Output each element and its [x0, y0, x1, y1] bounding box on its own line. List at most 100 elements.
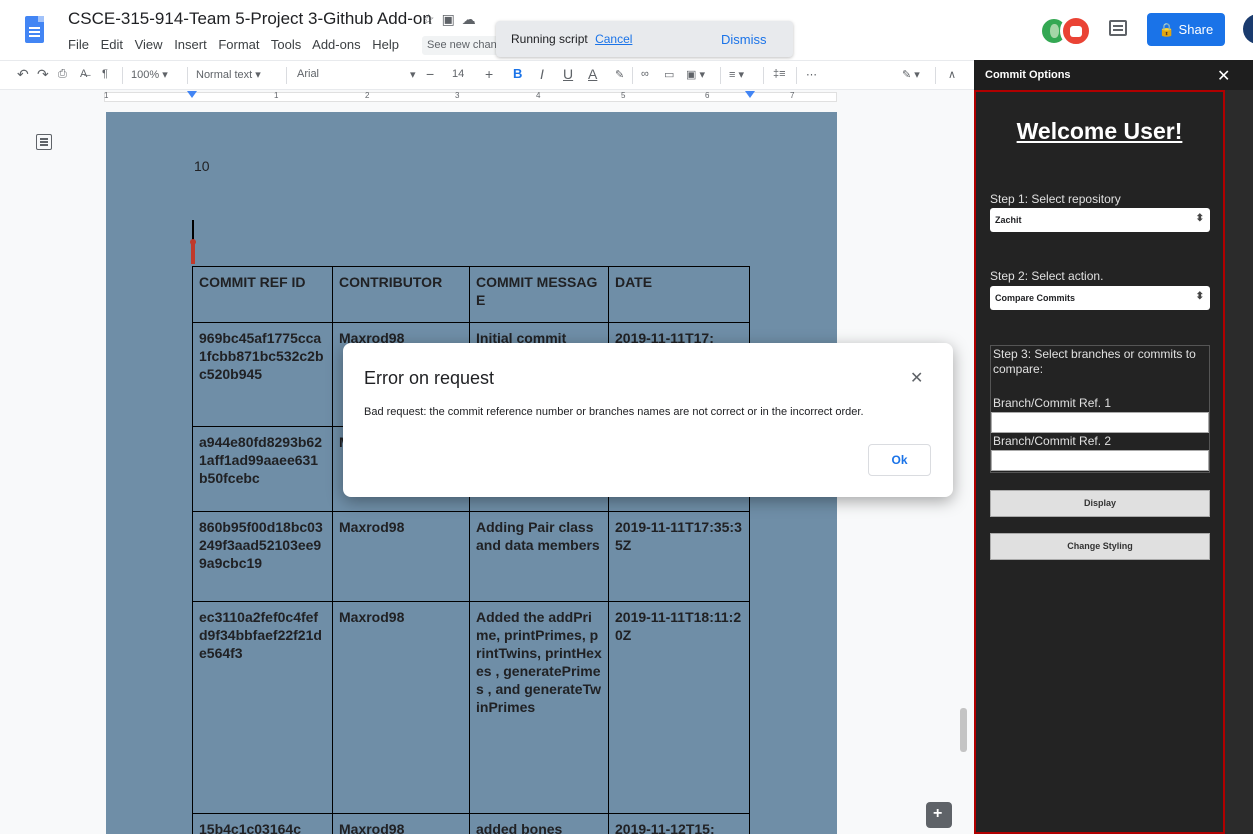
document-scrollbar[interactable]: [960, 708, 967, 752]
table-cell[interactable]: Adding Pair class and data members: [469, 511, 609, 602]
font-select[interactable]: Arial: [297, 68, 319, 80]
account-avatar[interactable]: [1243, 14, 1253, 44]
sidebar-scrollbar[interactable]: [1225, 90, 1253, 834]
table-cell[interactable]: added bones: [469, 813, 609, 834]
table-cell[interactable]: 2019-11-11T18:11:20Z: [608, 601, 750, 814]
spellcheck-icon[interactable]: A̶: [80, 68, 87, 80]
menu-help[interactable]: Help: [372, 37, 399, 52]
collaborator-avatar-red[interactable]: [1060, 15, 1092, 47]
text-color-button[interactable]: A: [588, 66, 597, 82]
toast-message: Running script Cancel: [511, 32, 632, 46]
repository-select[interactable]: Zachit ⬍: [990, 208, 1210, 232]
display-button[interactable]: Display: [990, 490, 1210, 517]
menu-file[interactable]: File: [68, 37, 89, 52]
font-size-input[interactable]: 14: [452, 68, 464, 80]
action-value: Compare Commits: [995, 293, 1076, 303]
table-cell[interactable]: a944e80fd8293b621aff1ad99aaee631b50fcebc: [192, 426, 333, 512]
menu-tools[interactable]: Tools: [271, 37, 301, 52]
menu-view[interactable]: View: [135, 37, 163, 52]
change-styling-button[interactable]: Change Styling: [990, 533, 1210, 560]
highlight-icon[interactable]: ✎: [615, 68, 624, 81]
font-select-chevron-icon[interactable]: ▾: [410, 68, 416, 81]
explore-icon[interactable]: [926, 802, 952, 828]
cloud-status-icon[interactable]: ☁: [462, 11, 483, 27]
more-options-icon[interactable]: ⋯: [806, 68, 817, 81]
sidebar-header: Commit Options ✕: [974, 60, 1253, 90]
repository-value: Zachit: [995, 215, 1022, 225]
select-arrows-icon: ⬍: [1195, 213, 1204, 224]
select-arrows-icon: ⬍: [1195, 291, 1204, 302]
move-folder-icon[interactable]: ▣: [442, 11, 462, 27]
paint-format-icon[interactable]: ¶: [102, 68, 108, 80]
table-cell[interactable]: 860b95f00d18bc03249f3aad52103ee99a9cbc19: [192, 511, 333, 602]
style-value: Normal text: [196, 69, 253, 81]
action-select[interactable]: Compare Commits ⬍: [990, 286, 1210, 310]
print-icon[interactable]: ⎙: [58, 68, 67, 81]
menu-edit[interactable]: Edit: [101, 37, 123, 52]
sidebar-panel: Welcome User! Step 1: Select repository …: [974, 90, 1225, 834]
table-row: 15b4c1c03164c Maxrod98 added bones 2019-…: [192, 813, 750, 834]
insert-image-icon[interactable]: ▣ ▾: [686, 68, 705, 81]
ref1-label: Branch/Commit Ref. 1: [993, 396, 1112, 410]
italic-button[interactable]: I: [540, 66, 544, 82]
dialog-title: Error on request: [364, 368, 495, 388]
table-cell[interactable]: Maxrod98: [332, 813, 470, 834]
right-indent-marker[interactable]: [745, 91, 755, 98]
ref1-input[interactable]: [991, 412, 1209, 433]
toast-text: Running script: [511, 32, 588, 46]
docs-logo-icon[interactable]: [25, 16, 44, 43]
table-row: ec3110a2fef0c4fefd9f34bbfaef22f21de564f3…: [192, 601, 750, 814]
ruler-number: 1: [104, 91, 109, 100]
table-cell[interactable]: 2019-11-12T15:: [608, 813, 750, 834]
welcome-heading: Welcome User!: [1016, 118, 1183, 144]
header-commit-message[interactable]: COMMIT MESSAGE: [469, 266, 609, 323]
align-icon[interactable]: ≡ ▾: [729, 68, 744, 81]
ref2-label: Branch/Commit Ref. 2: [993, 434, 1112, 448]
style-select[interactable]: Normal text ▾: [196, 68, 261, 81]
ruler-number: 6: [705, 91, 710, 100]
ok-button[interactable]: Ok: [868, 444, 931, 476]
close-icon[interactable]: ✕: [910, 368, 923, 388]
share-button[interactable]: 🔒 Share: [1147, 13, 1225, 46]
menu-insert[interactable]: Insert: [174, 37, 207, 52]
table-cell[interactable]: Added the addPrime, printPrimes, printTw…: [469, 601, 609, 814]
table-row: 860b95f00d18bc03249f3aad52103ee99a9cbc19…: [192, 511, 750, 602]
document-title[interactable]: CSCE-315-914-Team 5-Project 3-Github Add…: [68, 9, 432, 29]
cancel-script-link[interactable]: Cancel: [595, 32, 632, 46]
insert-comment-icon[interactable]: ▭: [664, 68, 674, 81]
ruler-number: 2: [365, 91, 370, 100]
star-icon[interactable]: ☆: [422, 11, 442, 27]
dismiss-toast-button[interactable]: Dismiss: [721, 32, 767, 47]
editing-mode-icon[interactable]: ✎ ▾: [902, 68, 920, 81]
line-spacing-icon[interactable]: ‡≡: [773, 68, 786, 80]
header-date[interactable]: DATE: [608, 266, 750, 323]
close-icon[interactable]: ✕: [1217, 66, 1230, 86]
step1-label: Step 1: Select repository: [990, 192, 1121, 206]
header-commit-ref[interactable]: COMMIT REF ID: [192, 266, 333, 323]
table-cell[interactable]: Maxrod98: [332, 601, 470, 814]
decrease-font-size-button[interactable]: −: [426, 66, 434, 82]
collapse-menus-icon[interactable]: ∧: [948, 68, 956, 81]
table-cell[interactable]: 969bc45af1775cca1fcbb871bc532c2bc520b945: [192, 322, 333, 427]
document-outline-icon[interactable]: [36, 134, 52, 150]
ref2-input[interactable]: [991, 450, 1209, 471]
table-cell[interactable]: Maxrod98: [332, 511, 470, 602]
insert-link-icon[interactable]: ∞: [641, 68, 649, 80]
underline-button[interactable]: U: [563, 66, 573, 82]
comments-icon[interactable]: [1109, 20, 1127, 36]
menu-format[interactable]: Format: [218, 37, 259, 52]
left-indent-marker[interactable]: [187, 91, 197, 98]
undo-icon[interactable]: ↶: [17, 66, 29, 83]
zoom-select[interactable]: 100% ▾: [131, 68, 168, 81]
table-cell[interactable]: 2019-11-11T17:35:35Z: [608, 511, 750, 602]
horizontal-ruler[interactable]: 1 1 2 3 4 5 6 7: [0, 90, 970, 104]
redo-icon[interactable]: ↷: [37, 66, 49, 83]
table-cell[interactable]: 15b4c1c03164c: [192, 813, 333, 834]
zoom-value: 100%: [131, 69, 160, 81]
page-number-text: 10: [194, 158, 210, 174]
increase-font-size-button[interactable]: +: [485, 66, 493, 82]
table-cell[interactable]: ec3110a2fef0c4fefd9f34bbfaef22f21de564f3: [192, 601, 333, 814]
menu-addons[interactable]: Add-ons: [312, 37, 360, 52]
header-contributor[interactable]: CONTRIBUTOR: [332, 266, 470, 323]
bold-button[interactable]: B: [513, 66, 522, 81]
